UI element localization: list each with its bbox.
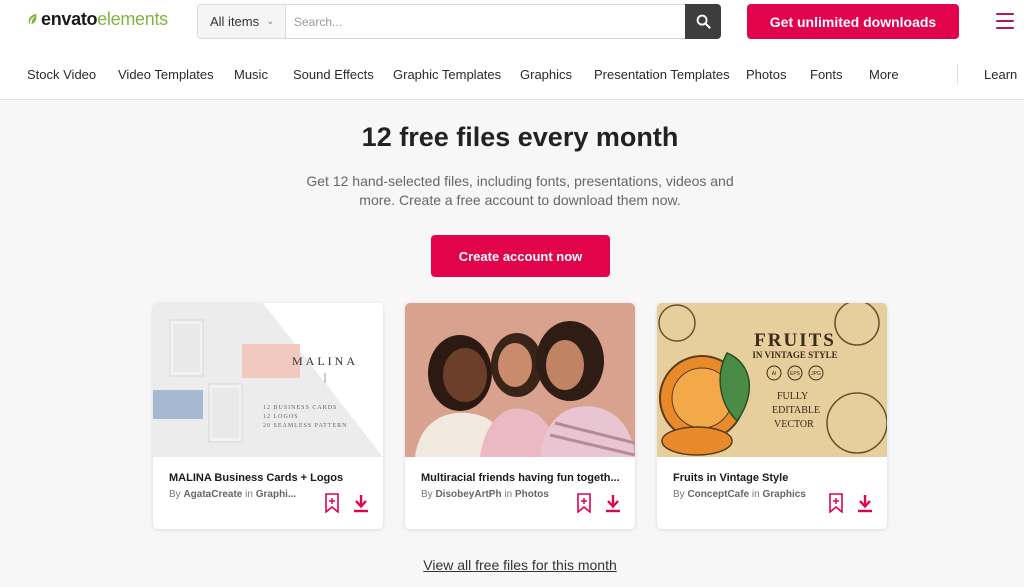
thumb-badge-3: JPG [811, 371, 821, 377]
bookmark-add-icon[interactable] [576, 493, 592, 513]
thumb-brand: MALINA [292, 354, 358, 368]
nav-item-learn[interactable]: Learn [984, 67, 1017, 82]
card-category[interactable]: Graphics [763, 489, 806, 500]
hamburger-menu-icon[interactable] [996, 13, 1014, 29]
nav-item-more[interactable]: More [869, 67, 899, 82]
search-icon [696, 14, 711, 29]
thumb-line3: 20 SEAMLESS PATTERN [263, 423, 347, 429]
thumb-line1: 12 BUSINESS CARDS [263, 405, 337, 411]
card-category[interactable]: Graphi... [256, 489, 297, 500]
nav-item-presentation-templates[interactable]: Presentation Templates [594, 67, 730, 82]
nav-item-graphic-templates[interactable]: Graphic Templates [393, 67, 501, 82]
view-all-free-files-link[interactable]: View all free files for this month [0, 557, 1024, 573]
create-account-button[interactable]: Create account now [431, 235, 610, 277]
thumb-f2: EDITABLE [772, 405, 820, 416]
logo-elements: elements [97, 9, 168, 29]
nav-item-video-templates[interactable]: Video Templates [118, 67, 214, 82]
thumb-badge-1: AI [772, 371, 777, 377]
card-thumbnail[interactable] [405, 303, 635, 457]
card-author[interactable]: ConceptCafe [687, 489, 749, 500]
search-bar: All items ⌄ [197, 4, 721, 39]
byline-in: in [751, 489, 760, 500]
byline-by: By [673, 489, 685, 500]
card-thumbnail[interactable]: MALINA 12 BUSINESS CARDS 12 LOGOS 20 SEA… [153, 303, 383, 457]
page-subtitle: Get 12 hand-selected files, including fo… [306, 173, 734, 208]
search-input[interactable] [286, 5, 685, 38]
download-icon[interactable] [856, 493, 874, 513]
bookmark-add-icon[interactable] [324, 493, 340, 513]
card-thumbnail[interactable]: FRUITS IN VINTAGE STYLE AI EPS JPG FULLY… [657, 303, 887, 457]
bookmark-add-icon[interactable] [828, 493, 844, 513]
thumb-f1: FULLY [777, 391, 808, 402]
card-byline: By ConceptCafe in Graphics [673, 489, 806, 500]
leaf-icon [28, 13, 37, 25]
file-card[interactable]: FRUITS IN VINTAGE STYLE AI EPS JPG FULLY… [657, 303, 887, 529]
search-button[interactable] [685, 4, 721, 39]
nav-item-fonts[interactable]: Fonts [810, 67, 843, 82]
file-card[interactable]: Multiracial friends having fun togeth...… [405, 303, 635, 529]
card-title[interactable]: Multiracial friends having fun togeth... [421, 472, 620, 484]
byline-by: By [421, 489, 433, 500]
nav-divider [957, 64, 958, 84]
nav-item-sound-effects[interactable]: Sound Effects [293, 67, 374, 82]
card-author[interactable]: AgataCreate [183, 489, 242, 500]
card-title[interactable]: MALINA Business Cards + Logos [169, 472, 343, 484]
download-icon[interactable] [352, 493, 370, 513]
byline-in: in [504, 489, 513, 500]
thumb-f3: VECTOR [774, 419, 814, 430]
byline-by: By [169, 489, 181, 500]
thumb-h1: FRUITS [754, 330, 836, 351]
get-unlimited-downloads-button[interactable]: Get unlimited downloads [747, 4, 959, 39]
nav-item-photos[interactable]: Photos [746, 67, 786, 82]
category-select-label: All items [210, 14, 260, 29]
thumb-h2: IN VINTAGE STYLE [752, 350, 837, 360]
card-author[interactable]: DisobeyArtPh [435, 489, 501, 500]
card-byline: By AgataCreate in Graphi... [169, 489, 296, 500]
download-icon[interactable] [604, 493, 622, 513]
byline-in: in [245, 489, 253, 500]
nav-item-graphics[interactable]: Graphics [520, 67, 572, 82]
card-byline: By DisobeyArtPh in Photos [421, 489, 549, 500]
envato-elements-logo[interactable]: envato elements [26, 9, 168, 30]
thumb-line2: 12 LOGOS [263, 414, 299, 420]
thumb-badge-2: EPS [790, 371, 801, 377]
page-title: 12 free files every month [361, 122, 679, 152]
logo-envato: envato [41, 9, 98, 29]
nav-item-stock-video[interactable]: Stock Video [27, 67, 96, 82]
category-select[interactable]: All items ⌄ [198, 5, 286, 38]
chevron-down-icon: ⌄ [266, 16, 275, 27]
card-title[interactable]: Fruits in Vintage Style [673, 472, 788, 484]
card-category[interactable]: Photos [515, 489, 549, 500]
file-card[interactable]: MALINA 12 BUSINESS CARDS 12 LOGOS 20 SEA… [153, 303, 383, 529]
nav-item-music[interactable]: Music [234, 67, 268, 82]
category-nav: Stock Video Video Templates Music Sound … [0, 60, 1024, 88]
site-header: envato elements All items ⌄ Get unlimite… [0, 0, 1024, 100]
